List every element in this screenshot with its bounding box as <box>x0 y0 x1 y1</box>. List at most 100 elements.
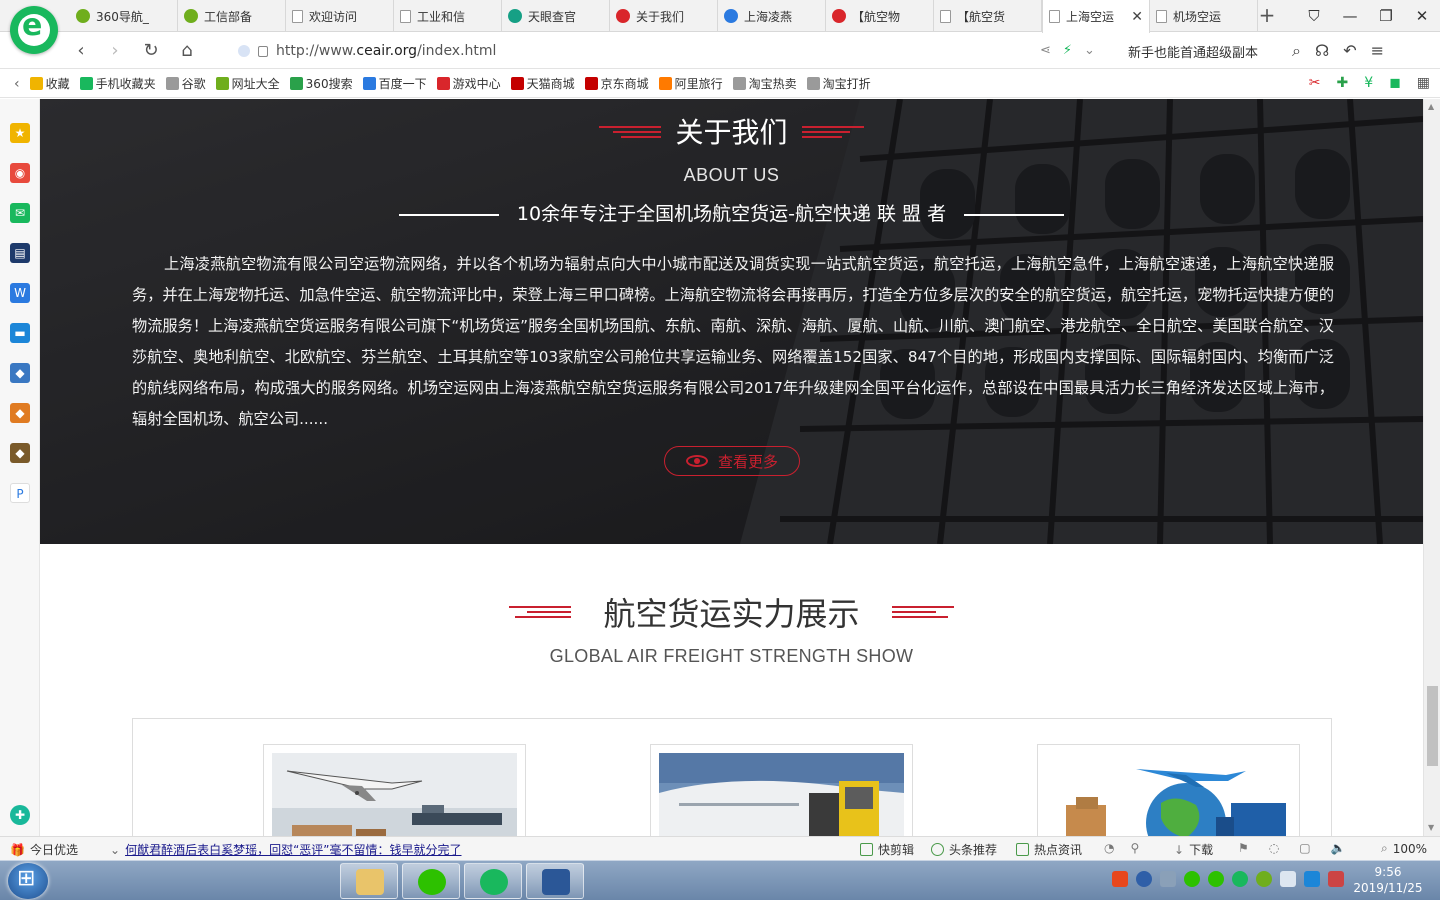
speed-mode-icon[interactable]: ⚡ <box>1063 43 1072 58</box>
bookmark-item[interactable]: 淘宝打折 <box>806 75 871 92</box>
headset-icon[interactable]: ☊ <box>1315 41 1329 61</box>
view-more-button[interactable]: 查看更多 <box>664 446 800 476</box>
browser-tab[interactable]: 上海空运 ✕ <box>1042 0 1150 33</box>
strength-card-plane[interactable] <box>263 744 526 836</box>
cleanup-icon[interactable]: ◌ <box>1269 841 1279 855</box>
volume-icon[interactable]: 🔈 <box>1331 841 1346 855</box>
game-app-2-icon[interactable]: ◆ <box>10 403 30 423</box>
word-icon[interactable]: W <box>10 283 30 303</box>
zoom-level[interactable]: ⌕ 100% <box>1381 841 1427 856</box>
strength-card-globe[interactable] <box>1037 744 1300 836</box>
strength-card-cargo[interactable] <box>650 744 913 836</box>
restore-button[interactable]: ❐ <box>1368 0 1404 32</box>
forward-button[interactable]: › <box>102 38 128 64</box>
browser-tab[interactable]: 【航空物 <box>826 0 934 32</box>
minimize-button[interactable]: — <box>1332 0 1368 32</box>
flag-icon[interactable]: ⚑ <box>1238 841 1249 855</box>
today-picks[interactable]: 🎁 今日优选 <box>10 841 78 858</box>
browser-tab[interactable]: 欢迎访问 <box>286 0 394 32</box>
network-icon[interactable] <box>1280 871 1296 887</box>
add-sidebar-icon[interactable]: ✚ <box>10 805 30 825</box>
chat-icon[interactable]: ▬ <box>10 323 30 343</box>
browser-tab[interactable]: 360导航_ <box>70 0 178 32</box>
bookmark-item[interactable]: 谷歌 <box>165 75 206 92</box>
window-icon[interactable]: ▢ <box>1299 841 1310 855</box>
scroll-up-icon[interactable]: ▲ <box>1428 102 1434 111</box>
bookmark-item[interactable]: 网址大全 <box>215 75 280 92</box>
apps-icon[interactable]: ▦ <box>1417 75 1430 91</box>
taskbar-word[interactable] <box>526 863 584 899</box>
address-bar[interactable]: http://www.ceair.org/index.html <box>232 36 1112 66</box>
menu-icon[interactable]: ≡ <box>1371 41 1384 61</box>
game-icon[interactable]: ◼ <box>1389 75 1401 91</box>
favorites-icon[interactable]: ★ <box>10 123 30 143</box>
browser-tab[interactable]: 工业和信 <box>394 0 502 32</box>
undo-icon[interactable]: ↶ <box>1343 41 1356 61</box>
bookmark-item[interactable]: 淘宝热卖 <box>732 75 797 92</box>
game-app-icon[interactable]: ◆ <box>10 363 30 383</box>
bookmark-item[interactable]: 游戏中心 <box>436 75 501 92</box>
scrollbar-thumb[interactable] <box>1427 686 1438 766</box>
wechat-tray-2-icon[interactable] <box>1208 871 1224 887</box>
mute-icon[interactable] <box>1328 871 1344 887</box>
input-method-icon[interactable] <box>1304 871 1320 887</box>
url-text[interactable]: http://www.ceair.org/index.html <box>276 43 496 59</box>
game-app-3-icon[interactable]: ◆ <box>10 443 30 463</box>
translate-icon[interactable]: ✚ <box>1336 75 1348 91</box>
news-icon[interactable]: ▤ <box>10 243 30 263</box>
bookmark-item[interactable]: 手机收藏夹 <box>79 75 156 92</box>
security-icon[interactable] <box>258 45 268 57</box>
close-window-button[interactable]: ✕ <box>1404 0 1440 32</box>
close-tab-icon[interactable]: ✕ <box>1131 9 1143 25</box>
bookmark-item[interactable]: 360搜索 <box>289 75 353 92</box>
status-item-clip[interactable]: 快剪辑 <box>860 841 914 858</box>
search-icon[interactable]: ⌕ <box>1292 41 1301 61</box>
pdf-icon[interactable]: P <box>10 483 30 503</box>
news-ticker[interactable]: ⌄ 何猷君醉酒后表白奚梦瑶，回怼“恶评”毫不留情：钱早就分完了 <box>110 841 462 858</box>
bookmark-item[interactable]: 收藏 <box>29 75 70 92</box>
security-tray-icon[interactable] <box>1232 871 1248 887</box>
weibo-icon[interactable]: ◉ <box>10 163 30 183</box>
reload-button[interactable]: ↻ <box>138 38 164 64</box>
browser-logo-icon[interactable] <box>10 6 58 54</box>
wallet-icon[interactable]: ¥ <box>1364 75 1373 91</box>
browser-tab[interactable]: 关于我们 <box>610 0 718 32</box>
pin-icon[interactable]: ⛉ <box>1296 0 1332 32</box>
collapse-sidebar-icon[interactable]: ‹ <box>14 76 20 92</box>
bookmark-item[interactable]: 京东商城 <box>584 75 649 92</box>
pin-tool-icon[interactable]: ⚲ <box>1130 841 1139 855</box>
system-clock[interactable]: 9:56 2019/11/25 <box>1352 864 1424 896</box>
browser-tab[interactable]: 机场空运 <box>1150 0 1258 32</box>
share-icon[interactable]: ⋖ <box>1040 43 1051 58</box>
browser-tab[interactable]: 【航空货 <box>934 0 1042 32</box>
new-tab-button[interactable]: + <box>1255 4 1279 28</box>
status-item-download[interactable]: ↓ 下载 <box>1174 841 1213 858</box>
taskbar-browser[interactable] <box>464 863 522 899</box>
bookmark-item[interactable]: 阿里旅行 <box>658 75 723 92</box>
status-item-hot[interactable]: 热点资讯 <box>1016 841 1082 858</box>
bookmark-item[interactable]: 百度一下 <box>362 75 427 92</box>
speed-icon[interactable]: ◔ <box>1104 841 1114 855</box>
page-scrollbar[interactable]: ▲ ▼ <box>1423 99 1440 836</box>
browser-tab[interactable]: 天眼查官 <box>502 0 610 32</box>
start-button[interactable] <box>8 863 48 899</box>
browser-tab[interactable]: 工信部备 <box>178 0 286 32</box>
bookmark-item[interactable]: 天猫商城 <box>510 75 575 92</box>
taskbar-explorer[interactable] <box>340 863 398 899</box>
home-button[interactable]: ⌂ <box>174 38 200 64</box>
status-item-recommend[interactable]: 头条推荐 <box>931 841 997 858</box>
360-tray-icon[interactable] <box>1256 871 1272 887</box>
mail-icon[interactable]: ✉ <box>10 203 30 223</box>
expand-tray-icon[interactable] <box>1160 871 1176 887</box>
wechat-tray-icon[interactable] <box>1184 871 1200 887</box>
cut-tool-icon[interactable]: ✂ <box>1309 75 1321 91</box>
back-button[interactable]: ‹ <box>68 38 94 64</box>
search-suggestion[interactable]: 新手也能首通超级副本 <box>1128 42 1258 61</box>
taskbar-wechat[interactable] <box>402 863 460 899</box>
dropdown-icon[interactable]: ⌄ <box>1084 43 1095 58</box>
news-headline[interactable]: 何猷君醉酒后表白奚梦瑶，回怼“恶评”毫不留情：钱早就分完了 <box>125 841 461 858</box>
sogou-icon[interactable] <box>1112 871 1128 887</box>
scroll-down-icon[interactable]: ▼ <box>1428 823 1434 832</box>
site-info-icon[interactable] <box>238 45 250 57</box>
help-icon[interactable] <box>1136 871 1152 887</box>
